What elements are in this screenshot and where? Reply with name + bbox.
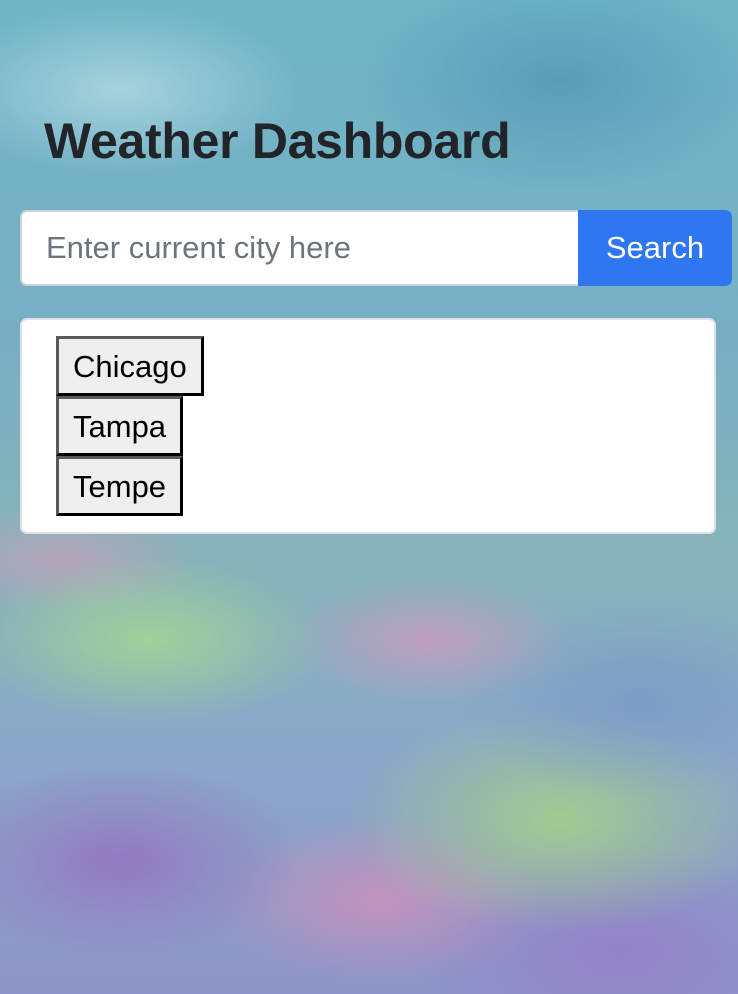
page-title: Weather Dashboard bbox=[44, 113, 511, 169]
history-city-button[interactable]: Tampa bbox=[56, 396, 184, 456]
search-button[interactable]: Search bbox=[578, 210, 732, 286]
search-history-list: Chicago Tampa Tempe bbox=[56, 336, 204, 516]
history-city-button[interactable]: Tempe bbox=[56, 456, 184, 516]
history-city-button[interactable]: Chicago bbox=[56, 336, 204, 396]
city-search-input[interactable] bbox=[20, 210, 578, 286]
search-bar: Search bbox=[20, 210, 732, 286]
search-history-card: Chicago Tampa Tempe bbox=[20, 318, 716, 534]
